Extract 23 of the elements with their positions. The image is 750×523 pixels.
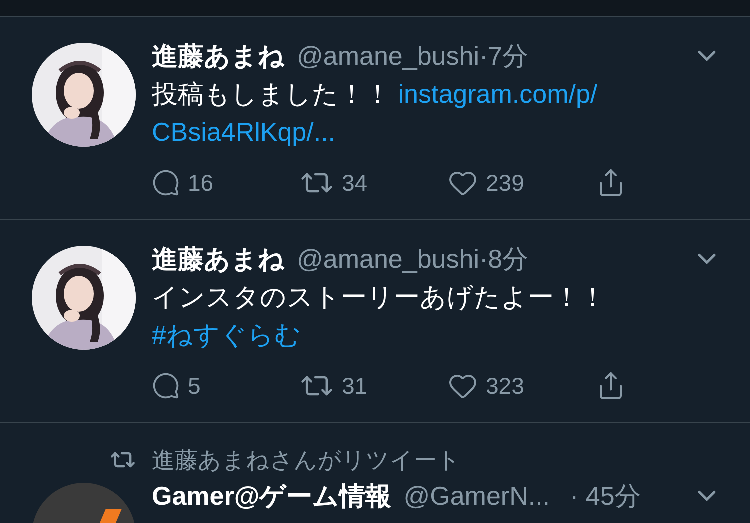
tweet-time: ·7分 (480, 40, 529, 72)
like-count: 323 (486, 372, 524, 400)
display-name: Gamer@ゲーム情報 (152, 480, 392, 512)
tweet-text: インスタのストーリーあげたよー！！ (152, 282, 606, 312)
reply-count: 5 (188, 372, 201, 400)
reply-icon[interactable] (152, 169, 180, 197)
retweet-context: 進藤あまねさんがリツイート (152, 446, 462, 475)
link[interactable]: CBsia4RlKqp/... (152, 117, 336, 147)
like-count: 239 (486, 170, 524, 196)
display-name: 進藤あまね (152, 242, 285, 276)
reply-count: 16 (188, 170, 214, 196)
retweet-count: 34 (342, 170, 368, 196)
user-handle: @amane_bushi (297, 40, 480, 72)
tweet-time: · 45分 (570, 480, 641, 512)
user-handle: @GamerN... (404, 480, 550, 512)
link[interactable]: instagram.com/p/ (398, 79, 598, 109)
reply-icon[interactable] (152, 372, 180, 400)
user-handle: @amane_bushi (297, 244, 480, 274)
display-name: 進藤あまね (152, 40, 285, 72)
tweet-text: 投稿もしました！！ (152, 79, 392, 109)
tweet-time: ·8分 (480, 242, 529, 276)
retweet-count: 31 (342, 372, 368, 400)
hashtag-link[interactable]: #ねすぐらむ (152, 320, 302, 350)
